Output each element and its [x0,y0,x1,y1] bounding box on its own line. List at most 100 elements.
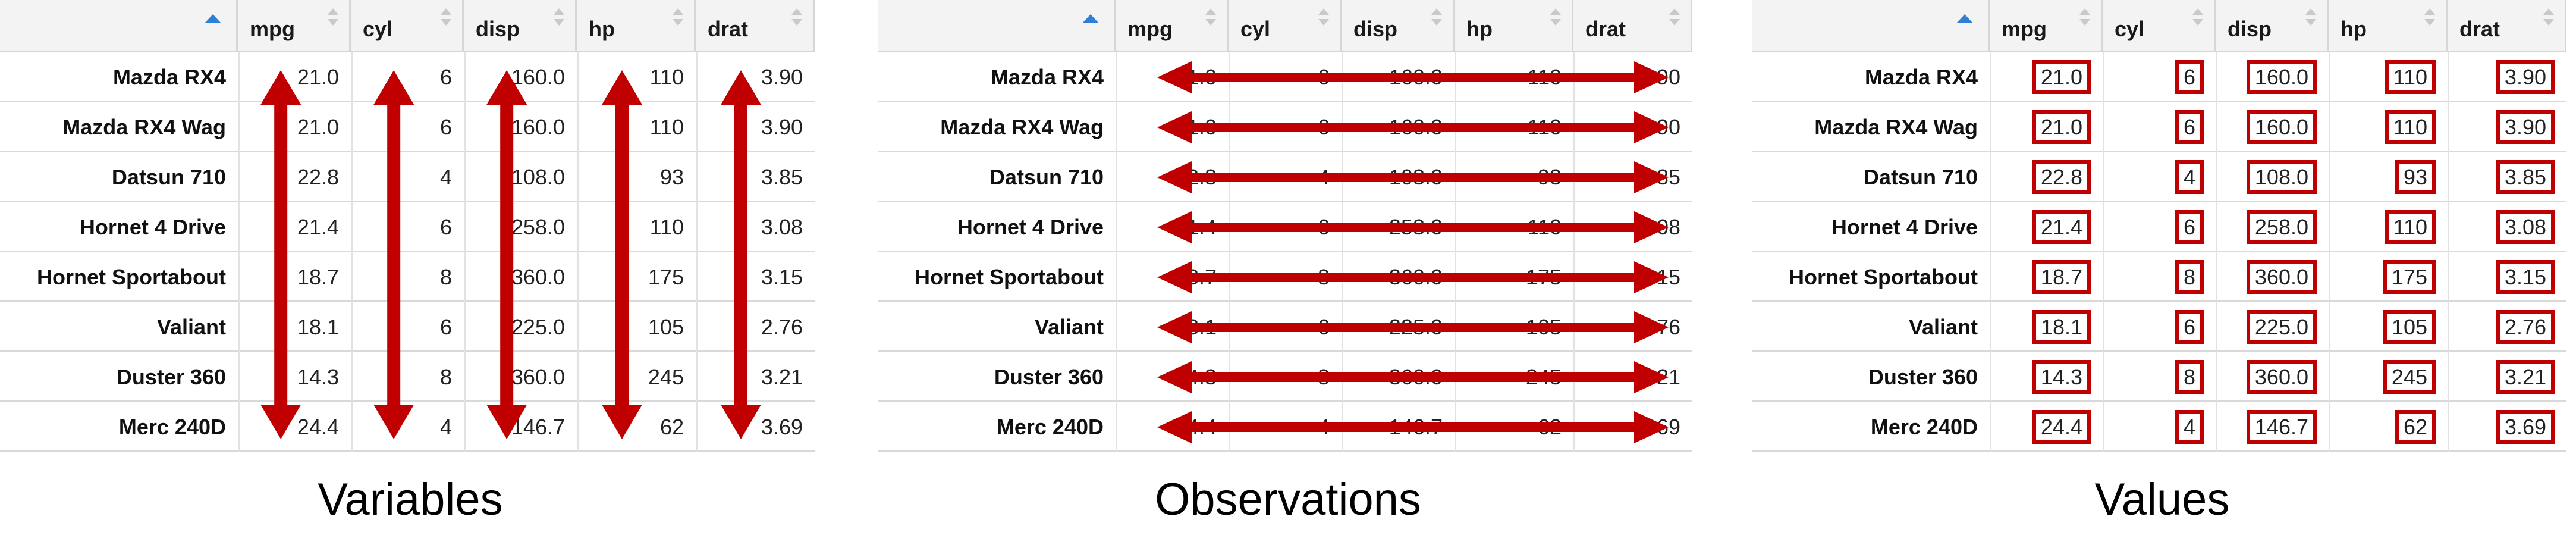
sort-ascending-icon[interactable] [1083,14,1098,23]
table-cell-disp: 225.0 [464,302,577,352]
cell-value: 110 [649,65,684,89]
cell-value: 21.4 [1174,215,1217,239]
header-rowname-cell[interactable] [878,0,1116,52]
column-header-mpg[interactable]: mpg [1116,0,1229,52]
column-header-hp[interactable]: hp [2329,0,2448,52]
column-header-drat[interactable]: drat [1573,0,1692,52]
column-header-disp[interactable]: disp [464,0,577,52]
cell-value: 24.4 [1174,415,1217,439]
header-rowname-cell[interactable] [0,0,238,52]
cell-value: 62 [659,415,684,439]
sort-toggle-icon[interactable] [554,8,564,29]
table-cell-cyl: 8 [1229,352,1342,402]
cell-value: 110 [1527,115,1562,139]
sort-toggle-icon[interactable] [673,8,683,29]
sort-toggle-icon[interactable] [2079,8,2090,29]
cell-value: 3.85 [2496,160,2555,194]
table-cell-mpg: 21.0 [1990,102,2103,152]
table-cell-mpg: 21.0 [238,52,351,102]
sort-toggle-icon[interactable] [2543,8,2554,29]
cell-value: 225.0 [2246,310,2317,344]
cell-value: 24.4 [297,415,339,439]
table-cell-disp: 160.0 [1342,102,1455,152]
cell-value: 3.08 [1638,215,1680,239]
column-header-disp[interactable]: disp [2216,0,2329,52]
cell-value: 24.4 [2032,410,2091,444]
table-cell-mpg: 24.4 [1990,402,2103,452]
column-header-mpg[interactable]: mpg [1990,0,2103,52]
table-cell-hp: 110 [1455,102,1573,152]
cell-value: 8 [1317,365,1330,389]
column-header-cyl[interactable]: cyl [351,0,464,52]
column-header-cyl[interactable]: cyl [2103,0,2216,52]
column-header-drat[interactable]: drat [2448,0,2566,52]
table-cell-drat: 3.08 [1573,202,1692,252]
cell-value: 360.0 [2246,260,2317,294]
cell-value: 3.15 [1638,265,1680,289]
row-name: Mazda RX4 [1864,65,1978,89]
cell-value: 8 [2175,360,2204,394]
cell-value: 3.85 [761,165,803,189]
sort-toggle-icon[interactable] [2424,8,2435,29]
cell-value: 3.08 [761,215,803,239]
column-header-label: drat [1585,17,1626,41]
table-cell-disp: 360.0 [2216,252,2329,302]
sort-toggle-icon[interactable] [1318,8,1329,29]
cell-value: 108.0 [511,165,565,189]
cell-value: 245 [648,365,684,389]
row-name: Duster 360 [994,365,1104,389]
sort-ascending-icon[interactable] [205,14,221,23]
cell-value: 3.69 [2496,410,2555,444]
cell-value: 146.7 [1388,415,1443,439]
cell-value: 62 [2395,410,2436,444]
table-cell-mpg: 18.7 [1990,252,2103,302]
table-cell-cyl: 6 [1229,102,1342,152]
column-header-mpg[interactable]: mpg [238,0,351,52]
table-cell-mpg: 22.8 [238,152,351,202]
sort-toggle-icon[interactable] [441,8,451,29]
values-panel: mpg cyl disp hp drat Mazda RX4 21.0 6 160.0 110 3.… [1752,0,2572,464]
column-header-disp[interactable]: disp [1342,0,1455,52]
column-header-hp[interactable]: hp [1455,0,1573,52]
cell-value: 225.0 [511,315,565,339]
sort-toggle-icon[interactable] [1431,8,1442,29]
table-cell-disp: 108.0 [464,152,577,202]
table-cell-cyl: 4 [1229,402,1342,452]
column-header-cyl[interactable]: cyl [1229,0,1342,52]
sort-toggle-icon[interactable] [2305,8,2316,29]
column-header-label: disp [476,17,520,41]
table-cell-hp: 245 [2329,352,2448,402]
column-header-drat[interactable]: drat [696,0,815,52]
table-cell-cyl: 6 [2103,52,2216,102]
caption-observations: Observations [1155,474,1421,525]
sort-ascending-icon[interactable] [1957,14,1972,23]
cell-value: 6 [2175,60,2204,94]
table-cell-drat: 3.15 [1573,252,1692,302]
sort-toggle-icon[interactable] [328,8,338,29]
sort-toggle-icon[interactable] [791,8,802,29]
cell-value: 22.8 [1174,165,1217,189]
column-header-hp[interactable]: hp [577,0,696,52]
sort-toggle-icon[interactable] [1669,8,1680,29]
table-cell-disp: 160.0 [2216,102,2329,152]
row-name: Valiant [156,315,226,339]
cell-value: 175 [1525,265,1562,289]
cell-value: 3.90 [761,115,803,139]
sort-toggle-icon[interactable] [1550,8,1561,29]
header-rowname-cell[interactable] [1752,0,1990,52]
column-header-label: mpg [1127,17,1173,41]
table-cell-disp: 146.7 [464,402,577,452]
variables-panel: mpg cyl disp hp drat Mazda RX4 21.0 6 160.0 110 3.… [0,0,821,464]
table-cell-drat: 3.08 [2448,202,2566,252]
table-cell-disp: 225.0 [2216,302,2329,352]
table-cell-mpg: 14.3 [1990,352,2103,402]
table-cell-mpg: 21.0 [1116,102,1229,152]
row-name: Mazda RX4 [990,65,1104,89]
cell-value: 3.08 [2496,210,2555,244]
table-cell-cyl: 6 [351,52,464,102]
sort-toggle-icon[interactable] [1205,8,1216,29]
table-cell-disp: 146.7 [1342,402,1455,452]
sort-toggle-icon[interactable] [2192,8,2203,29]
table-cell-drat: 3.90 [1573,102,1692,152]
table-cell-hp: 110 [2329,52,2448,102]
